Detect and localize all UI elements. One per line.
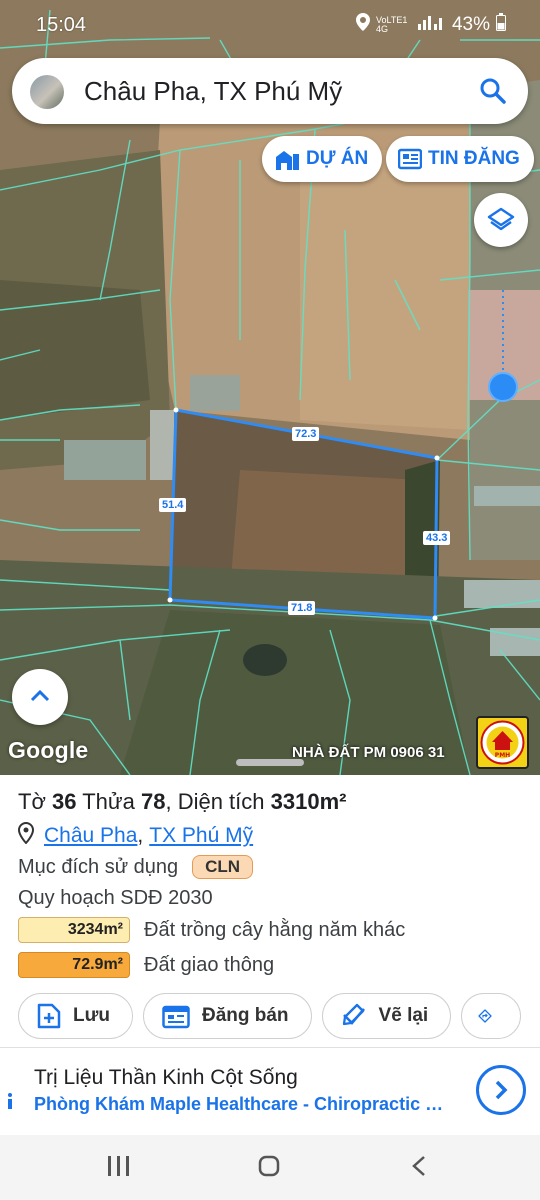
post-sale-button[interactable]: Đăng bán bbox=[142, 993, 312, 1039]
svg-text:PMH: PMH bbox=[495, 752, 510, 759]
recent-apps-icon bbox=[108, 1156, 129, 1176]
ad-title[interactable]: Trị Liệu Thần Kinh Cột Sống bbox=[34, 1066, 298, 1090]
segment-label-left: 51.4 bbox=[159, 498, 187, 512]
location-icon bbox=[355, 13, 370, 36]
land-use-row: Mục đích sử dụng CLN bbox=[18, 855, 254, 879]
segment-label-top: 72.3 bbox=[292, 427, 320, 441]
listing-icon bbox=[398, 148, 422, 170]
battery-percent: 43% bbox=[451, 13, 490, 35]
directions-icon bbox=[478, 1009, 492, 1023]
signal-icon bbox=[417, 14, 446, 35]
parcel-sheet: Tờ 36 Thửa 78, Diện tích 3310m² Châu Pha… bbox=[0, 775, 540, 1135]
ad-subtitle[interactable]: Phòng Khám Maple Healthcare - Chiropract… bbox=[34, 1094, 444, 1115]
sheet-drag-handle[interactable] bbox=[236, 759, 304, 766]
watermark-text: NHÀ ĐẤT PM 0906 31 bbox=[292, 744, 445, 761]
du-an-button[interactable]: DỰ ÁN bbox=[262, 136, 383, 182]
ad-info-icon[interactable] bbox=[4, 1092, 16, 1113]
area-value-2: 72.9m² bbox=[18, 952, 130, 978]
land-use-label: Mục đích sử dụng bbox=[18, 855, 179, 878]
map-pin-icon bbox=[17, 821, 35, 850]
search-query[interactable]: Châu Pha, TX Phú Mỹ bbox=[84, 76, 342, 107]
action-bar: Lưu Đăng bán Vẽ lại bbox=[18, 993, 522, 1039]
area-label-1: Đất trồng cây hằng năm khác bbox=[144, 918, 406, 941]
add-file-icon bbox=[37, 1003, 61, 1029]
save-label: Lưu bbox=[73, 1005, 110, 1026]
save-button[interactable]: Lưu bbox=[18, 993, 133, 1039]
home-icon bbox=[258, 1155, 280, 1177]
directions-button[interactable] bbox=[461, 993, 522, 1039]
du-an-label: DỰ ÁN bbox=[306, 148, 369, 169]
segment-label-bottom: 71.8 bbox=[288, 601, 316, 615]
area-label-2: Đất giao thông bbox=[144, 953, 275, 976]
map-view[interactable]: 72.3 51.4 43.3 71.8 15:04 VoLTE1 4G 43% … bbox=[0, 0, 540, 775]
place-thumbnail bbox=[30, 75, 64, 109]
area-row-1: 3234m² Đất trồng cây hằng năm khác bbox=[18, 917, 405, 943]
plan-label: Quy hoạch SDĐ 2030 bbox=[18, 887, 213, 909]
status-bar: 15:04 VoLTE1 4G 43% bbox=[0, 0, 540, 50]
town-link[interactable]: TX Phú Mỹ bbox=[149, 824, 253, 848]
layers-button[interactable] bbox=[474, 193, 528, 247]
calendar-icon bbox=[162, 1005, 190, 1029]
back-icon bbox=[412, 1156, 425, 1176]
area-row-2: 72.9m² Đất giao thông bbox=[18, 952, 274, 978]
chevron-up-icon bbox=[30, 689, 50, 702]
network-label: VoLTE1 4G bbox=[375, 14, 408, 34]
tin-dang-button[interactable]: TIN ĐĂNG bbox=[386, 136, 534, 182]
chevron-right-icon bbox=[495, 1080, 508, 1100]
back-button[interactable] bbox=[410, 1155, 428, 1182]
building-icon bbox=[276, 151, 299, 170]
google-attribution: Google bbox=[8, 737, 89, 763]
home-button[interactable] bbox=[258, 1155, 280, 1182]
tin-dang-label: TIN ĐĂNG bbox=[428, 148, 520, 169]
status-time: 15:04 bbox=[36, 14, 87, 36]
pmh-logo: PMH bbox=[476, 716, 529, 769]
ad-banner[interactable]: Trị Liệu Thần Kinh Cột Sống Phòng Khám M… bbox=[0, 1047, 540, 1133]
post-sale-label: Đăng bán bbox=[201, 1005, 289, 1026]
layers-icon bbox=[487, 207, 515, 231]
search-bar[interactable]: Châu Pha, TX Phú Mỹ bbox=[12, 58, 528, 124]
parcel-location: Châu Pha , TX Phú Mỹ bbox=[17, 821, 253, 850]
battery-icon bbox=[496, 13, 506, 36]
edit-pen-icon bbox=[342, 1003, 365, 1026]
parcel-heading: Tờ 36 Thửa 78, Diện tích 3310m² bbox=[18, 789, 347, 814]
ward-link[interactable]: Châu Pha bbox=[44, 824, 137, 848]
search-icon[interactable] bbox=[478, 76, 508, 106]
system-nav-bar bbox=[0, 1135, 540, 1200]
recent-apps-button[interactable] bbox=[108, 1155, 130, 1182]
land-use-badge: CLN bbox=[192, 855, 254, 879]
redraw-button[interactable]: Vẽ lại bbox=[321, 993, 452, 1039]
ad-open-button[interactable] bbox=[476, 1065, 526, 1115]
segment-label-right: 43.3 bbox=[423, 531, 451, 545]
status-icons: VoLTE1 4G 43% bbox=[355, 13, 506, 36]
expand-up-button[interactable] bbox=[12, 669, 68, 725]
redraw-label: Vẽ lại bbox=[378, 1005, 429, 1026]
area-value-1: 3234m² bbox=[18, 917, 130, 943]
location-dot[interactable] bbox=[488, 372, 518, 402]
